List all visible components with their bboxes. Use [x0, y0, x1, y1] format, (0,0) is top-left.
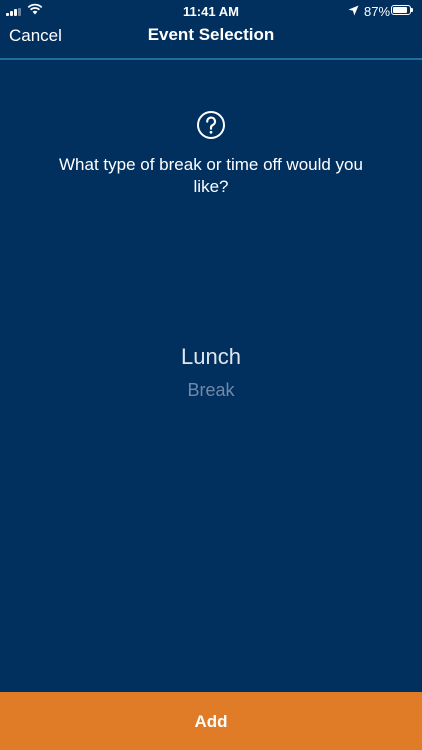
battery-percent: 87% — [364, 4, 391, 19]
battery-level-fill — [393, 7, 407, 13]
battery-icon — [391, 5, 413, 15]
picker-option-break[interactable]: Break — [0, 380, 422, 401]
status-bar: 11:41 AM 87% — [0, 0, 422, 22]
page-title: Event Selection — [147, 25, 275, 44]
add-button[interactable]: Add — [0, 692, 422, 750]
question-prompt: What type of break or time off would you… — [59, 155, 363, 196]
event-type-picker[interactable]: Lunch Break — [0, 340, 422, 410]
location-arrow-icon — [348, 5, 359, 16]
question-circle-icon — [197, 111, 225, 139]
picker-option-lunch[interactable]: Lunch — [0, 344, 422, 370]
nav-bar: Cancel Event Selection — [0, 22, 422, 60]
screen: 11:41 AM 87% Cancel Event Selection What… — [0, 0, 422, 750]
